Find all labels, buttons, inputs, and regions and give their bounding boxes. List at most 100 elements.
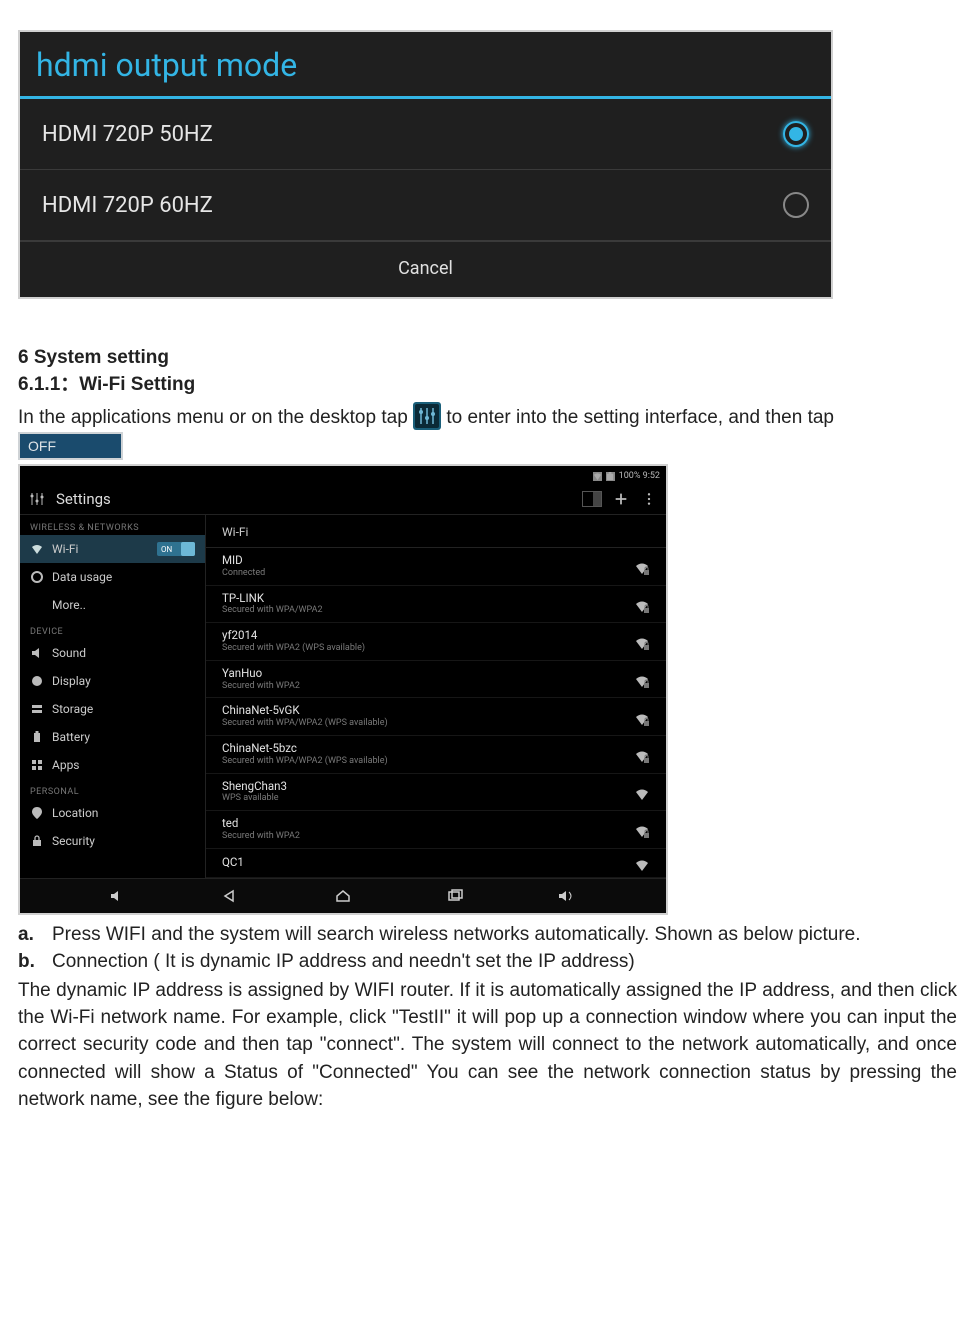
action-bar-title: Settings xyxy=(56,490,572,508)
wifi-pane-title: Wi-Fi xyxy=(206,515,666,548)
location-icon xyxy=(30,806,44,820)
hdmi-option-50hz[interactable]: HDMI 720P 50HZ xyxy=(20,99,831,170)
network-name: ChinaNet-5bzc xyxy=(222,742,634,756)
wifi-network-row[interactable]: ChinaNet-5bzcSecured with WPA/WPA2 (WPS … xyxy=(206,736,666,774)
network-subtext: Secured with WPA/WPA2 (WPS available) xyxy=(222,718,634,729)
display-icon xyxy=(30,674,44,688)
wifi-on-toggle[interactable]: ON xyxy=(157,542,195,556)
wifi-lock-icon xyxy=(634,746,650,762)
wifi-status-icon xyxy=(593,472,602,481)
intro-text-1: In the applications menu or on the deskt… xyxy=(18,407,413,428)
sidebar-item-label: Location xyxy=(52,806,98,820)
heading-6-1-1: 6.1.1：Wi-Fi Setting xyxy=(18,369,957,396)
wifi-lock-icon xyxy=(634,558,650,574)
nav-volume-down-icon[interactable] xyxy=(106,887,132,905)
sidebar-item-sound[interactable]: Sound xyxy=(20,639,205,667)
intro-paragraph: In the applications menu or on the deskt… xyxy=(18,404,957,432)
nav-recent-icon[interactable] xyxy=(442,887,468,905)
sidebar-item-wifi[interactable]: Wi-Fi ON xyxy=(20,535,205,563)
sidebar-item-label: Sound xyxy=(52,646,86,660)
radio-unselected-icon xyxy=(783,192,809,218)
wifi-network-row[interactable]: QC1 xyxy=(206,849,666,878)
sidebar-item-location[interactable]: Location xyxy=(20,799,205,827)
wifi-signal-icon xyxy=(634,784,650,800)
wifi-network-row[interactable]: yf2014Secured with WPA2 (WPS available) xyxy=(206,623,666,661)
sidebar-item-security[interactable]: Security xyxy=(20,827,205,855)
sidebar-item-label: Display xyxy=(52,674,91,688)
wifi-icon xyxy=(30,542,44,556)
sidebar-item-data-usage[interactable]: Data usage xyxy=(20,563,205,591)
network-name: ted xyxy=(222,817,634,831)
heading-6: 6 System setting xyxy=(18,347,957,369)
wifi-network-row[interactable]: ShengChan3WPS available xyxy=(206,774,666,812)
wifi-network-row[interactable]: TP-LINKSecured with WPA/WPA2 xyxy=(206,586,666,624)
android-status-bar: 100% 9:52 xyxy=(20,466,666,484)
nav-volume-up-icon[interactable] xyxy=(554,887,580,905)
network-name: QC1 xyxy=(222,856,634,870)
wifi-network-row[interactable]: YanHuoSecured with WPA2 xyxy=(206,661,666,699)
network-subtext: Secured with WPA/WPA2 (WPS available) xyxy=(222,756,634,767)
wifi-off-toggle-icon: OFF xyxy=(18,432,123,460)
network-subtext: Secured with WPA2 (WPS available) xyxy=(222,643,634,654)
overflow-menu-icon[interactable] xyxy=(640,490,658,508)
wifi-lock-icon xyxy=(634,671,650,687)
wifi-lock-icon xyxy=(634,596,650,612)
android-nav-bar xyxy=(20,878,666,913)
wifi-master-toggle-icon[interactable] xyxy=(582,491,602,507)
list-text: Connection ( It is dynamic IP address an… xyxy=(52,948,635,975)
apps-icon xyxy=(30,758,44,772)
network-name: ChinaNet-5vGK xyxy=(222,704,634,718)
settings-screenshot: 100% 9:52 Settings WIRELESS & NETWORKS W… xyxy=(18,464,668,915)
wifi-signal-icon xyxy=(634,855,650,871)
wifi-lock-icon xyxy=(634,709,650,725)
cancel-button[interactable]: Cancel xyxy=(20,241,831,297)
network-name: TP-LINK xyxy=(222,592,634,606)
list-item-a: a. Press WIFI and the system will search… xyxy=(18,921,957,948)
sidebar-item-label: Battery xyxy=(52,730,90,744)
sidebar-item-more[interactable]: More.. xyxy=(20,591,205,619)
dialog-title: hdmi output mode xyxy=(20,32,831,96)
sidebar-category: PERSONAL xyxy=(20,779,205,799)
settings-icon xyxy=(28,490,46,508)
network-name: yf2014 xyxy=(222,629,634,643)
network-name: YanHuo xyxy=(222,667,634,681)
lock-icon xyxy=(30,834,44,848)
sidebar-item-label: Data usage xyxy=(52,570,112,584)
hdmi-option-label: HDMI 720P 60HZ xyxy=(42,193,213,218)
sidebar-item-label: Storage xyxy=(52,702,93,716)
hdmi-output-mode-dialog: hdmi output mode HDMI 720P 50HZ HDMI 720… xyxy=(18,30,833,299)
list-bullet: b. xyxy=(18,948,52,975)
data-usage-icon xyxy=(30,570,44,584)
sound-icon xyxy=(30,646,44,660)
sidebar-item-label: More.. xyxy=(52,598,86,612)
wifi-network-row[interactable]: tedSecured with WPA2 xyxy=(206,811,666,849)
network-name: ShengChan3 xyxy=(222,780,634,794)
sidebar-item-apps[interactable]: Apps xyxy=(20,751,205,779)
action-bar: Settings xyxy=(20,484,666,515)
bottom-paragraph: The dynamic IP address is assigned by WI… xyxy=(18,977,957,1113)
nav-back-icon[interactable] xyxy=(218,887,244,905)
battery-icon xyxy=(30,730,44,744)
sidebar-item-label: Wi-Fi xyxy=(52,542,78,556)
hdmi-option-label: HDMI 720P 50HZ xyxy=(42,122,213,147)
blank-icon xyxy=(30,598,44,612)
network-subtext: Secured with WPA2 xyxy=(222,681,634,692)
network-subtext: Secured with WPA/WPA2 xyxy=(222,605,634,616)
hdmi-option-60hz[interactable]: HDMI 720P 60HZ xyxy=(20,170,831,241)
status-time: 100% 9:52 xyxy=(619,471,660,481)
list-text: Press WIFI and the system will search wi… xyxy=(52,921,861,948)
sidebar-item-battery[interactable]: Battery xyxy=(20,723,205,751)
sidebar-item-label: Security xyxy=(52,834,95,848)
sidebar-item-storage[interactable]: Storage xyxy=(20,695,205,723)
network-subtext: Secured with WPA2 xyxy=(222,831,634,842)
wifi-network-row[interactable]: ChinaNet-5vGKSecured with WPA/WPA2 (WPS … xyxy=(206,698,666,736)
wifi-network-row[interactable]: MIDConnected xyxy=(206,548,666,586)
sidebar-category: DEVICE xyxy=(20,619,205,639)
intro-text-2: to enter into the setting interface, and… xyxy=(446,407,834,428)
sidebar-item-display[interactable]: Display xyxy=(20,667,205,695)
sidebar-item-label: Apps xyxy=(52,758,80,772)
radio-selected-icon xyxy=(783,121,809,147)
add-network-icon[interactable] xyxy=(612,490,630,508)
wifi-lock-icon xyxy=(634,821,650,837)
nav-home-icon[interactable] xyxy=(330,887,356,905)
